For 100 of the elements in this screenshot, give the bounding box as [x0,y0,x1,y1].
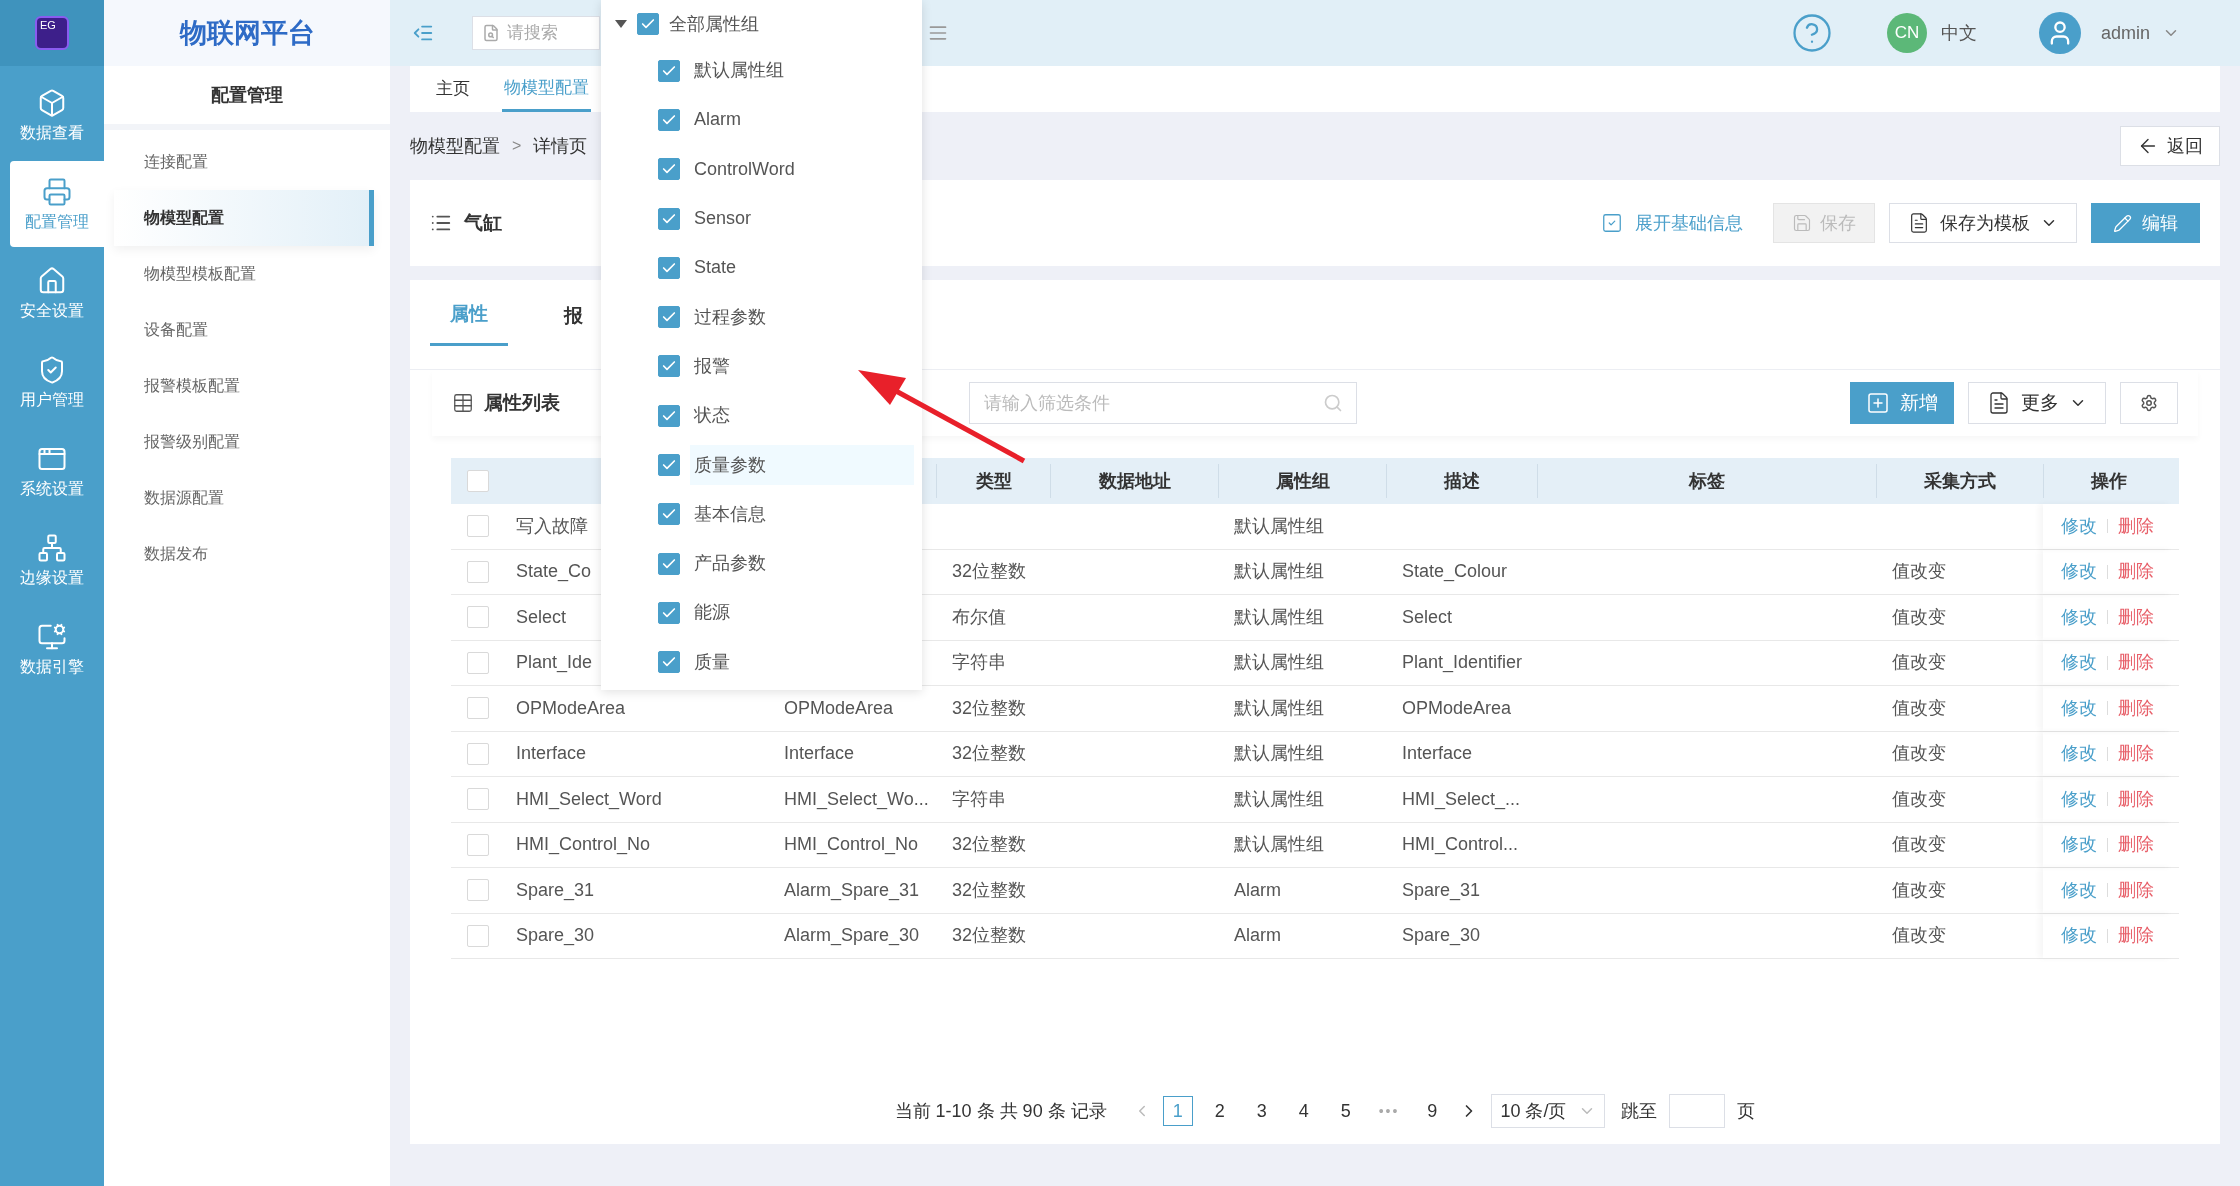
checkbox[interactable] [658,503,680,526]
table-cell-text: Spare_30 [1402,924,1481,948]
caret-icon[interactable] [615,20,627,28]
rail-item[interactable]: 配置管理 [10,161,104,247]
rail-item[interactable]: 数据查看 [0,72,104,158]
filter-option[interactable]: ControlWord [690,149,914,190]
checkbox[interactable] [658,256,680,279]
rail-item[interactable]: 安全设置 [0,250,104,336]
delete-link[interactable]: 删除 [2118,603,2154,631]
checkbox[interactable] [658,552,680,575]
table-cell-text: Spare_31 [1402,878,1481,903]
list-icon[interactable] [928,23,948,43]
filter-option[interactable]: 报警 [690,346,914,387]
breadcrumb-item[interactable]: 物模型配置 [410,132,500,160]
page-number[interactable]: 4 [1288,1096,1319,1126]
delete-link[interactable]: 删除 [2118,649,2154,677]
filter-option[interactable]: Alarm [690,99,914,140]
more-button[interactable]: 更多 [1968,382,2106,424]
page-number[interactable]: 3 [1246,1096,1277,1126]
page-tab[interactable]: 主页 [434,66,472,112]
rail-item[interactable]: 用户管理 [0,339,104,425]
add-button[interactable]: 新增 [1850,382,1954,424]
template-dropdown-button[interactable]: 保存为模板 [1889,203,2077,243]
filter-option[interactable]: 过程参数 [690,297,914,338]
filter-field[interactable]: 请输入筛选条件 [969,382,1357,424]
edit-link[interactable]: 修改 [2061,876,2097,904]
edit-link[interactable]: 修改 [2061,785,2097,813]
page-input[interactable] [1669,1094,1726,1128]
user-name[interactable]: admin [2100,19,2150,47]
filter-option[interactable]: 质量 [690,642,914,683]
edit-link[interactable]: 修改 [2061,740,2097,768]
edit-link[interactable]: 修改 [2061,558,2097,586]
table-cell-text: 32位整数 [952,560,1027,584]
filter-option[interactable]: 产品参数 [690,543,914,584]
help-icon[interactable] [1790,12,1833,54]
table-cell-text: 32位整数 [952,833,1027,857]
content-tab[interactable]: 属性 [430,286,508,346]
delete-link[interactable]: 删除 [2118,558,2154,586]
menu-item[interactable]: 物模型配置 [114,190,374,246]
checkbox[interactable] [658,651,680,674]
page-number[interactable]: 1 [1162,1096,1193,1126]
filter-option[interactable]: 默认属性组 [690,50,914,91]
delete-link[interactable]: 删除 [2118,831,2154,859]
edit-button[interactable]: 编辑 [2091,203,2200,243]
filter-option[interactable]: 质量参数 [690,445,914,485]
page-number[interactable]: 2 [1204,1096,1235,1126]
edit-link[interactable]: 修改 [2061,603,2097,631]
delete-link[interactable]: 删除 [2118,694,2154,722]
rail-item[interactable]: 数据引擎 [0,606,104,692]
avatar-icon[interactable] [2038,12,2081,54]
search-icon [482,24,500,42]
page-tab[interactable]: 物模型配置 [502,66,591,112]
expand-icon[interactable] [1601,212,1623,234]
language-label[interactable]: 中文 [1940,19,1977,47]
checkbox[interactable] [658,207,680,230]
table-cell-text: Alarm [1234,878,1281,902]
filter-option[interactable]: State [690,247,914,288]
filter-option[interactable]: 基本信息 [690,494,914,535]
rail-item[interactable]: 边缘设置 [0,517,104,603]
settings-button[interactable] [2120,382,2178,424]
delete-link[interactable]: 删除 [2118,922,2154,950]
checkbox[interactable] [637,13,659,35]
menu-item[interactable]: 连接配置 [104,134,390,190]
menu-item[interactable]: 报警级别配置 [104,414,390,470]
cube-icon [37,88,67,118]
edit-link[interactable]: 修改 [2061,694,2097,722]
checkbox[interactable] [658,601,680,624]
checkbox[interactable] [658,404,680,427]
page-size-select[interactable]: 10 条/页 [1491,1094,1606,1128]
delete-link[interactable]: 删除 [2118,512,2154,540]
filter-option[interactable]: 状态 [690,395,914,436]
edit-link[interactable]: 修改 [2061,512,2097,540]
menu-item[interactable]: 报警模板配置 [104,358,390,414]
filter-option[interactable]: 全部属性组 [669,10,759,38]
menu-item[interactable]: 数据发布 [104,526,390,582]
checkbox[interactable] [658,158,680,181]
back-button[interactable]: 返回 [2120,126,2220,166]
menu-item[interactable]: 设备配置 [104,302,390,358]
edit-link[interactable]: 修改 [2061,922,2097,950]
search-field[interactable]: 请搜索 [472,16,600,50]
table-cell-text: 字符串 [952,787,1006,811]
checkbox[interactable] [658,108,680,131]
menu-item[interactable]: 数据源配置 [104,470,390,526]
filter-option[interactable]: 能源 [690,592,914,633]
checkbox[interactable] [658,59,680,82]
delete-link[interactable]: 删除 [2118,785,2154,813]
edit-link[interactable]: 修改 [2061,831,2097,859]
checkbox[interactable] [658,355,680,378]
rail-item[interactable]: 系统设置 [0,428,104,514]
filter-option[interactable]: Sensor [690,198,914,239]
delete-link[interactable]: 删除 [2118,876,2154,904]
expand-link[interactable]: 展开基础信息 [1635,209,1743,237]
page-number[interactable]: 5 [1330,1096,1361,1126]
delete-link[interactable]: 删除 [2118,740,2154,768]
edit-link[interactable]: 修改 [2061,649,2097,677]
page-number[interactable]: 9 [1417,1096,1448,1126]
checkbox[interactable] [658,306,680,329]
menu-item[interactable]: 物模型模板配置 [104,246,390,302]
checkbox[interactable] [658,454,680,476]
content-tab[interactable]: 报 [544,286,603,346]
